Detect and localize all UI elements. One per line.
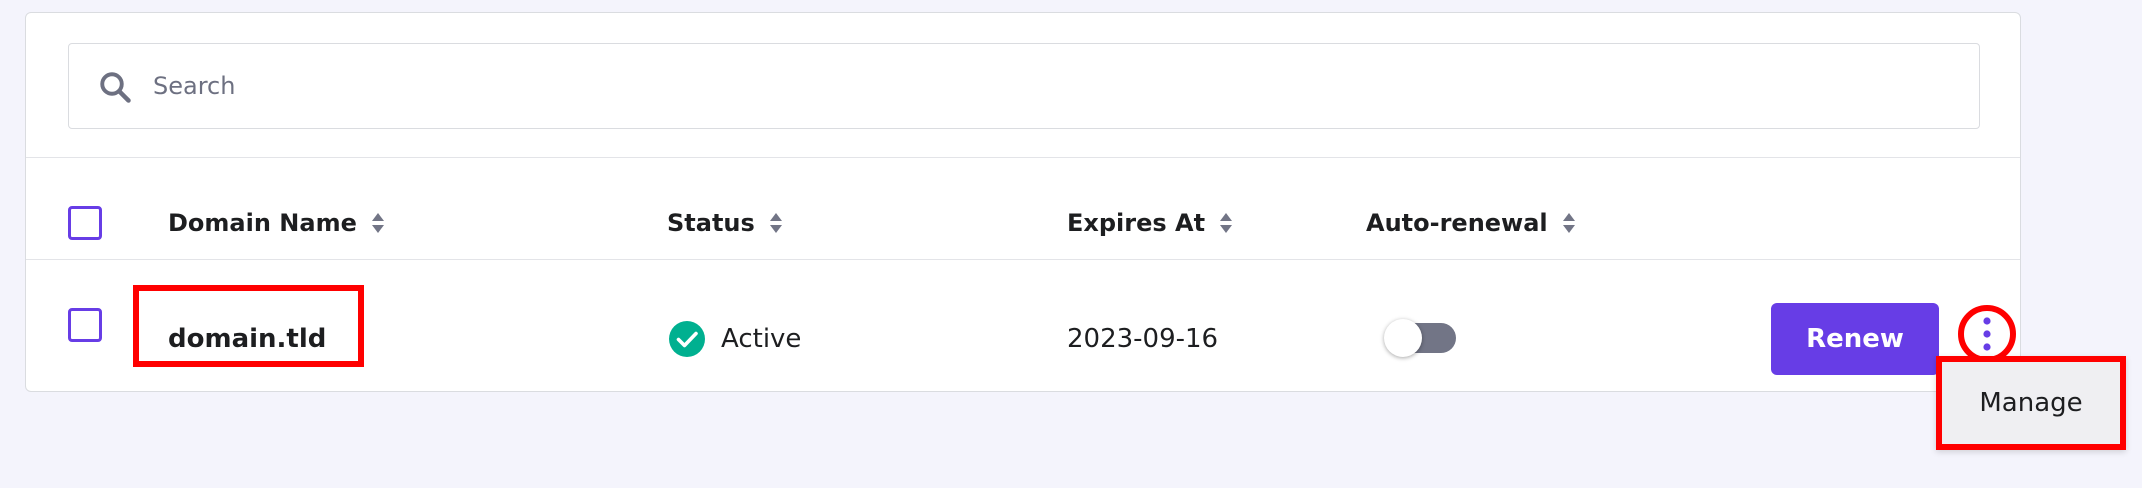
column-header-expires-at[interactable]: Expires At [1067, 206, 1233, 240]
table-cell-status: Active [669, 319, 801, 359]
column-header-label: Expires At [1067, 209, 1206, 237]
sort-icon [1562, 213, 1575, 233]
column-header-label: Status [667, 209, 755, 237]
header-divider-top [26, 157, 2020, 158]
toggle-knob [1384, 319, 1422, 357]
column-header-label: Domain Name [168, 209, 357, 237]
search-input[interactable] [153, 44, 1953, 128]
menu-item-label: Manage [1979, 388, 2083, 418]
domains-card: Domain Name Status Expires At Auto-renew… [25, 12, 2021, 392]
more-options-button[interactable] [1958, 305, 2016, 363]
select-all-checkbox[interactable] [68, 206, 102, 240]
sort-icon [769, 213, 782, 233]
search-icon [100, 72, 131, 103]
column-header-domain-name[interactable]: Domain Name [168, 206, 385, 240]
more-vertical-icon [1983, 317, 1991, 351]
column-header-status[interactable]: Status [667, 206, 783, 240]
menu-item-manage[interactable]: Manage [1936, 356, 2126, 450]
sort-icon [1220, 213, 1233, 233]
renew-button[interactable]: Renew [1771, 303, 1939, 375]
table-cell-expires-at: 2023-09-16 [1067, 319, 1218, 359]
column-header-auto-renewal[interactable]: Auto-renewal [1366, 206, 1576, 240]
table-cell-domain[interactable]: domain.tld [168, 319, 326, 359]
header-divider-bottom [26, 259, 2020, 260]
expires-at-text: 2023-09-16 [1067, 324, 1219, 354]
sort-icon [371, 213, 384, 233]
check-circle-icon [669, 321, 705, 357]
auto-renewal-toggle[interactable] [1384, 319, 1456, 357]
column-header-label: Auto-renewal [1366, 209, 1548, 237]
search-box[interactable] [68, 43, 1980, 129]
domain-name-text[interactable]: domain.tld [168, 324, 326, 354]
row-select-checkbox[interactable] [68, 308, 102, 342]
status-text: Active [721, 324, 802, 354]
